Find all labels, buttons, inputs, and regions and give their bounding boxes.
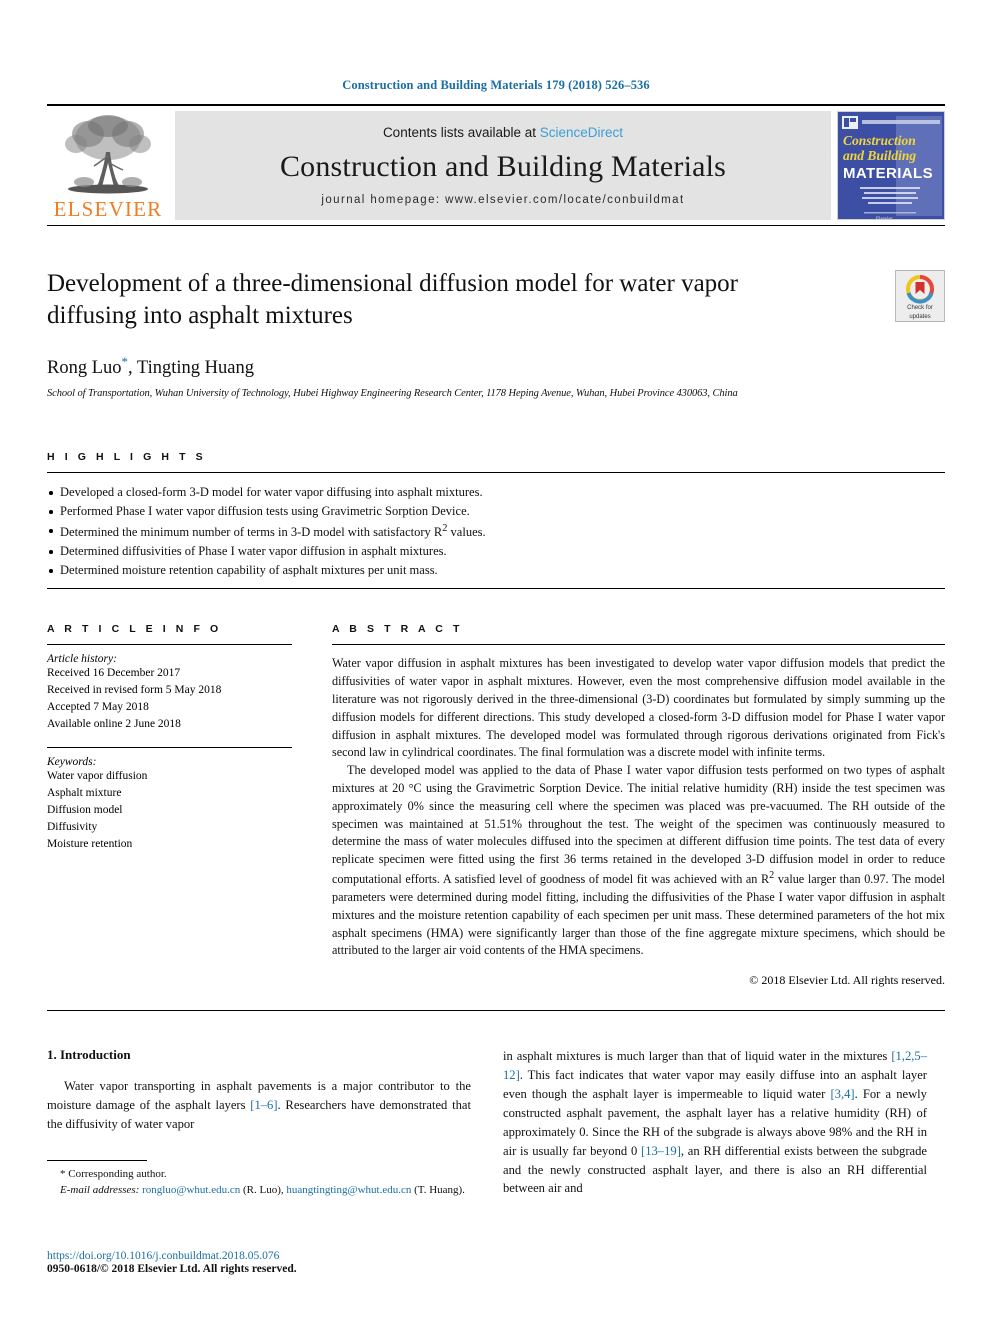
footnote-block: * Corresponding author. E-mail addresses… <box>47 1159 471 1199</box>
keyword-item: Diffusivity <box>47 821 98 834</box>
intro-right-text-a: in asphalt mixtures is much larger than … <box>503 1049 892 1064</box>
keyword-item: Asphalt mixture <box>47 787 122 800</box>
history-line: Accepted 7 May 2018 <box>47 701 149 714</box>
issn-copyright-line: 0950-0618/© 2018 Elsevier Ltd. All right… <box>47 1263 297 1275</box>
page-title: Development of a three-dimensional diffu… <box>47 270 738 329</box>
highlights-label: H I G H L I G H T S <box>47 451 207 464</box>
doi-link[interactable]: https://doi.org/10.1016/j.conbuildmat.20… <box>47 1250 477 1262</box>
author-list: Rong Luo*, Tingting Huang <box>47 354 945 379</box>
paper-page: Construction and Building Materials 179 … <box>0 0 992 1323</box>
author-secondary: , Tingting Huang <box>128 358 254 379</box>
svg-text:and Building: and Building <box>843 148 916 163</box>
email-owner-secondary: (T. Huang). <box>414 1184 465 1197</box>
journal-banner: Contents lists available at ScienceDirec… <box>175 111 831 220</box>
crossmark-icon <box>906 275 934 304</box>
crossmark-label-line2: updates <box>909 313 931 320</box>
body-column-right: in asphalt mixtures is much larger than … <box>503 1047 927 1198</box>
section-title-introduction: 1. Introduction <box>47 1047 131 1063</box>
abstract-bottom-rule <box>47 1010 945 1012</box>
crossmark-badge[interactable]: Check for updates <box>895 270 945 322</box>
keyword-item: Diffusion model <box>47 804 123 817</box>
highlight-text: Determined diffusivities of Phase I wate… <box>60 544 447 559</box>
body-columns: 1. Introduction Water vapor transporting… <box>47 1047 945 1198</box>
keywords-heading: Keywords: <box>47 756 97 769</box>
svg-text:MATERIALS: MATERIALS <box>843 165 933 182</box>
list-item: Performed Phase I water vapor diffusion … <box>47 502 945 521</box>
email-label: E-mail addresses: <box>60 1184 140 1197</box>
highlights-section: H I G H L I G H T S Developed a closed-f… <box>47 451 945 590</box>
abstract-copyright: © 2018 Elsevier Ltd. All rights reserved… <box>749 973 945 988</box>
crossmark-label-line1: Check for <box>907 305 933 311</box>
journal-title: Construction and Building Materials <box>279 150 727 183</box>
body-column-left: 1. Introduction Water vapor transporting… <box>47 1047 471 1198</box>
citation-link[interactable]: [1–6] <box>250 1098 277 1112</box>
corresponding-author-note: * Corresponding author. <box>60 1167 167 1180</box>
article-info-column: A R T I C L E I N F O Article history: R… <box>47 623 292 988</box>
email-link-primary[interactable]: rongluo@whut.edu.cn <box>142 1184 240 1196</box>
history-line: Received in revised form 5 May 2018 <box>47 684 222 697</box>
citation-link[interactable]: [3,4] <box>830 1087 854 1101</box>
contents-prefix-text: Contents lists available at <box>382 125 540 140</box>
abstract-rule <box>332 644 945 646</box>
abstract-column: A B S T R A C T Water vapor diffusion in… <box>332 623 945 988</box>
highlight-text: Developed a closed-form 3-D model for wa… <box>60 485 483 500</box>
article-history-heading: Article history: <box>47 653 117 666</box>
footnote-rule <box>47 1159 147 1161</box>
contents-available-line: Contents lists available at ScienceDirec… <box>383 125 623 140</box>
highlights-list: Developed a closed-form 3-D model for wa… <box>47 483 945 580</box>
email-addresses-line: E-mail addresses: rongluo@whut.edu.cn (R… <box>47 1182 471 1198</box>
author-primary: Rong Luo <box>47 358 122 379</box>
highlight-text: Determined the minimum number of terms i… <box>60 523 486 540</box>
highlights-top-rule <box>47 472 945 474</box>
running-head: Construction and Building Materials 179 … <box>342 78 650 92</box>
abstract-paragraph-1: Water vapor diffusion in asphalt mixture… <box>332 656 945 760</box>
author-affiliation: School of Transportation, Wuhan Universi… <box>47 388 738 400</box>
history-line: Received 16 December 2017 <box>47 667 181 680</box>
sciencedirect-link[interactable]: ScienceDirect <box>540 125 623 140</box>
highlights-bottom-rule <box>47 588 945 590</box>
intro-paragraph-left: Water vapor transporting in asphalt pave… <box>47 1077 471 1134</box>
list-item: Developed a closed-form 3-D model for wa… <box>47 483 945 502</box>
article-info-rule <box>47 644 292 646</box>
keyword-item: Water vapor diffusion <box>47 770 148 783</box>
article-info-divider <box>47 747 292 749</box>
keywords-block: Keywords: Water vapor diffusion Asphalt … <box>47 756 292 853</box>
footer-doi-block: https://doi.org/10.1016/j.conbuildmat.20… <box>47 1250 477 1275</box>
email-link-secondary[interactable]: huangtingting@whut.edu.cn <box>286 1184 411 1196</box>
elsevier-tree-icon <box>65 115 151 194</box>
citation-link[interactable]: [13–19] <box>641 1144 681 1158</box>
title-block: Development of a three-dimensional diffu… <box>47 268 945 399</box>
article-info-label: A R T I C L E I N F O <box>47 623 222 636</box>
svg-text:Construction: Construction <box>843 133 916 148</box>
list-item: Determined the minimum number of terms i… <box>47 521 945 542</box>
history-line: Available online 2 June 2018 <box>47 718 181 731</box>
info-abstract-row: A R T I C L E I N F O Article history: R… <box>47 623 945 988</box>
cover-artwork: Construction and Building MATERIALS Else… <box>838 112 944 220</box>
abstract-label: A B S T R A C T <box>332 623 463 636</box>
email-owner-primary: (R. Luo), <box>242 1184 284 1197</box>
list-item: Determined diffusivities of Phase I wate… <box>47 542 945 561</box>
elsevier-wordmark: ELSEVIER <box>53 197 163 221</box>
keyword-item: Moisture retention <box>47 838 133 851</box>
highlight-text: Performed Phase I water vapor diffusion … <box>60 504 470 519</box>
list-item: Determined moisture retention capability… <box>47 561 945 580</box>
highlight-text: Determined moisture retention capability… <box>60 563 438 578</box>
elsevier-logo: ELSEVIER <box>47 106 169 225</box>
intro-paragraph-right: in asphalt mixtures is much larger than … <box>503 1047 927 1198</box>
journal-homepage-link[interactable]: journal homepage: www.elsevier.com/locat… <box>321 194 684 206</box>
journal-masthead: ELSEVIER Contents lists available at Sci… <box>47 104 945 226</box>
svg-text:Elsevier: Elsevier <box>876 217 893 220</box>
abstract-paragraph-2: The developed model was applied to the d… <box>332 763 945 958</box>
journal-cover-thumbnail: Construction and Building MATERIALS Else… <box>837 111 945 220</box>
article-history-block: Article history: Received 16 December 20… <box>47 653 292 733</box>
